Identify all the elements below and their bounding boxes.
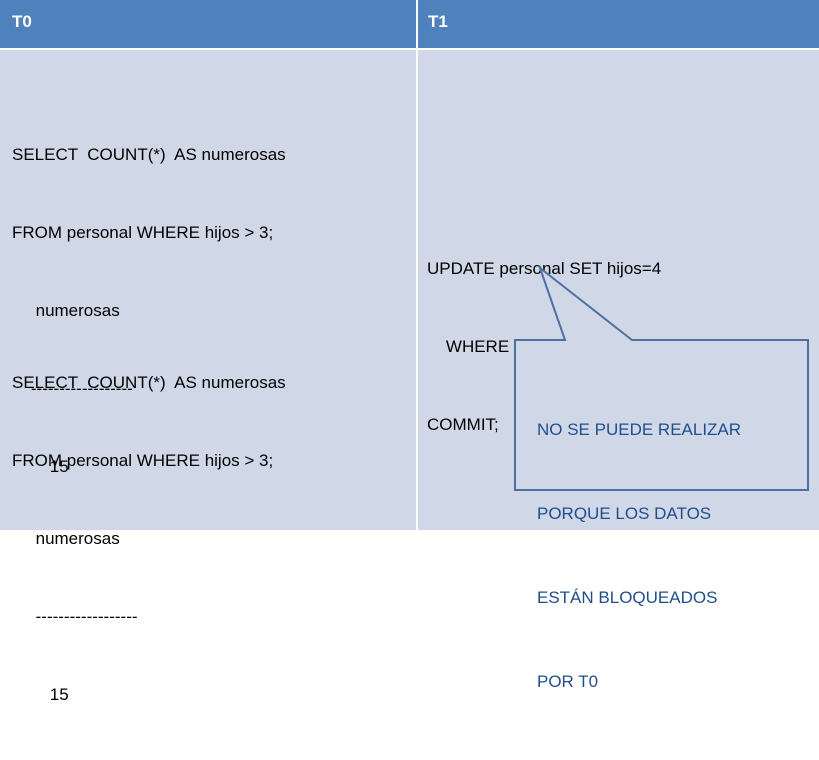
code-line: ------------------ bbox=[12, 607, 138, 626]
callout-line: ESTÁN BLOQUEADOS bbox=[537, 588, 718, 607]
transaction-table: T0 T1 SELECT COUNT(*) AS numerosas FROM … bbox=[0, 0, 819, 704]
callout-line: POR T0 bbox=[537, 672, 599, 691]
callout-line: NO SE PUEDE REALIZAR bbox=[537, 420, 742, 439]
code-line: 15 bbox=[12, 685, 69, 704]
callout-message: NO SE PUEDE REALIZAR PORQUE LOS DATOS ES… bbox=[537, 360, 797, 752]
callout-line: PORQUE LOS DATOS bbox=[537, 504, 712, 523]
